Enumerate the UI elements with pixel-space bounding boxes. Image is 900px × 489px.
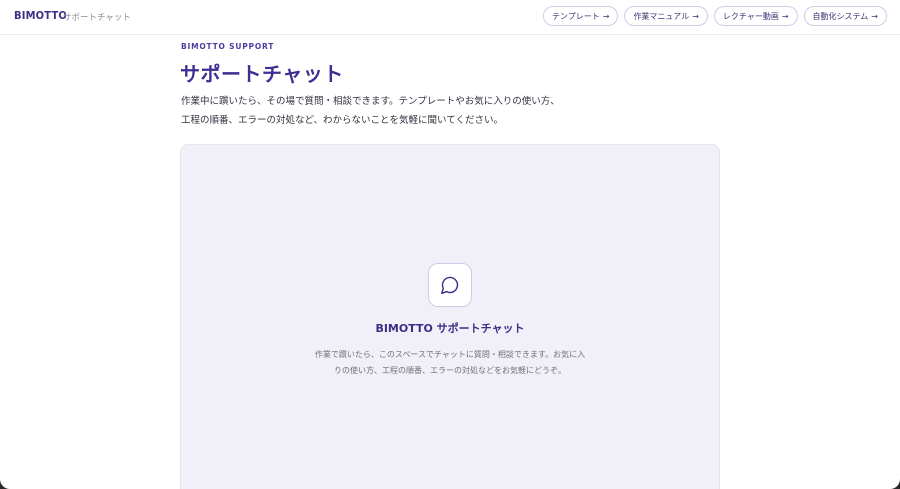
nav-button-automation[interactable]: 自動化システム → — [803, 6, 887, 26]
nav-button-label: レクチャー動画 — [722, 11, 779, 21]
page-title: サポートチャット — [180, 62, 344, 86]
description-line: 作業中に躓いたら、その場で質問・相談できます。テンプレートやお気に入りの使い方、 — [181, 96, 560, 107]
chat-panel: BIMOTTO サポートチャット 作業で躓いたら、このスペースでチャットに質問・… — [180, 144, 720, 489]
nav-button-label: 自動化システム — [812, 11, 869, 21]
brand-subtitle: サポートチャット — [63, 13, 131, 23]
chat-title: BIMOTTO サポートチャット — [375, 322, 525, 335]
nav-button-lecture-videos[interactable]: レクチャー動画 → — [713, 6, 798, 26]
arrow-right-icon: → — [602, 11, 610, 21]
arrow-right-icon: → — [692, 11, 699, 21]
arrow-right-icon: → — [781, 11, 789, 21]
brand-logo[interactable]: BIMOTTO — [14, 9, 67, 22]
nav-button-label: テンプレート — [551, 11, 600, 21]
top-navigation-bar: BIMOTTO サポートチャット テンプレート → 作業マニュアル → レクチャ… — [0, 0, 900, 35]
app-window: BIMOTTO サポートチャット テンプレート → 作業マニュアル → レクチャ… — [0, 0, 900, 489]
nav-button-manual[interactable]: 作業マニュアル → — [624, 6, 708, 26]
nav-button-templates[interactable]: テンプレート → — [542, 6, 619, 26]
nav-button-label: 作業マニュアル — [633, 11, 690, 21]
chat-bubble-icon — [428, 263, 472, 307]
page-description: 作業中に躓いたら、その場で質問・相談できます。テンプレートやお気に入りの使い方、… — [181, 92, 741, 130]
nav-links: テンプレート → 作業マニュアル → レクチャー動画 → 自動化システム → — [542, 6, 887, 26]
arrow-right-icon: → — [871, 11, 878, 21]
description-line: 工程の順番、エラーの対処など、わからないことを気軽に聞いてください。 — [181, 115, 503, 126]
section-eyebrow: BIMOTTO SUPPORT — [181, 42, 275, 51]
chat-description: 作業で躓いたら、このスペースでチャットに質問・相談できます。お気に入りの使い方、… — [314, 350, 586, 375]
